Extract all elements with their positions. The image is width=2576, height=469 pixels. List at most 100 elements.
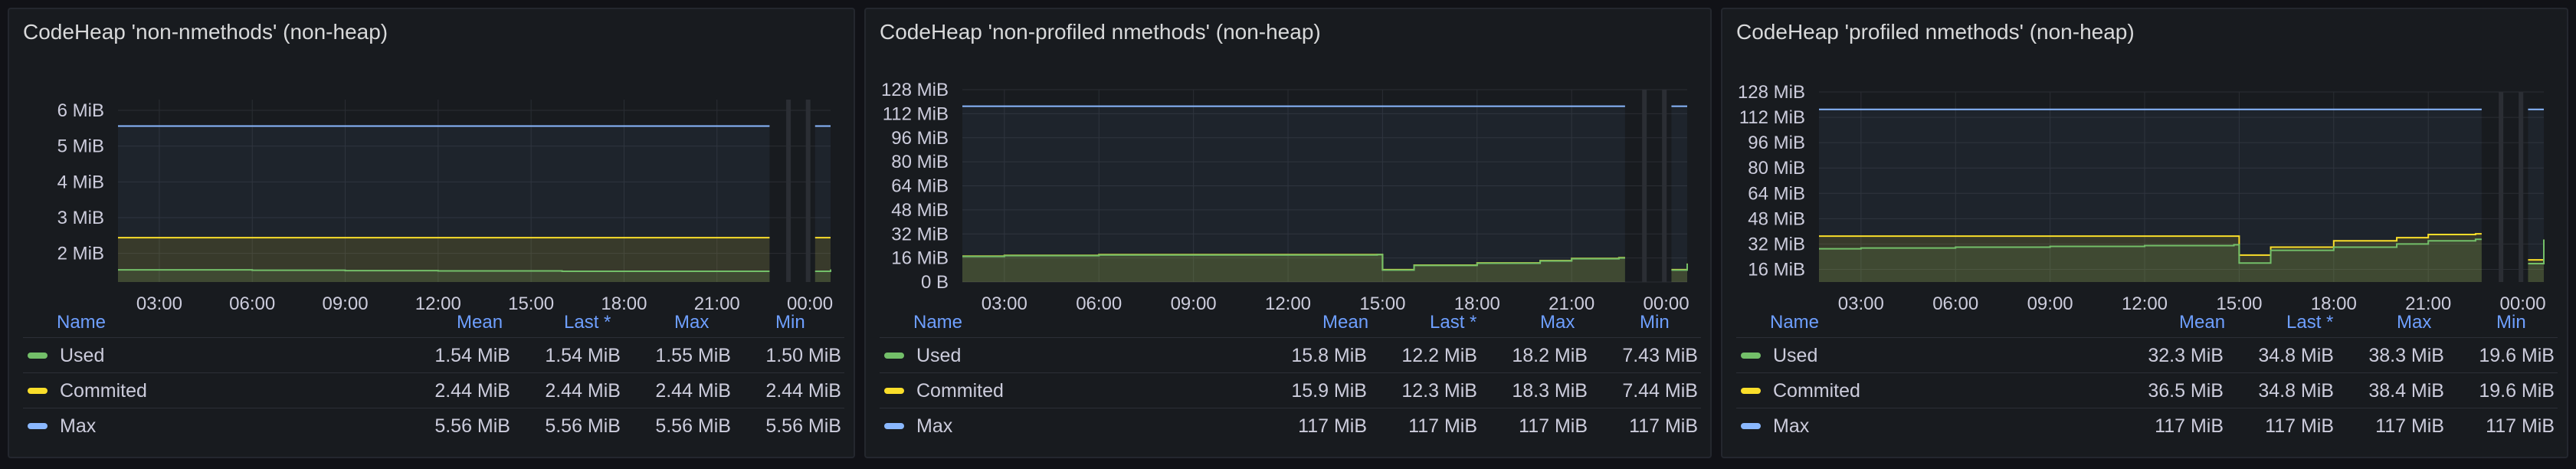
x-tick-label: 09:00: [322, 294, 368, 314]
data-gap-marker: [805, 100, 811, 282]
x-tick-label: 21:00: [1549, 294, 1594, 314]
panel-codeheap-profiled-nmethods[interactable]: CodeHeap 'profiled nmethods' (non-heap) …: [1721, 8, 2568, 458]
legend-header-last[interactable]: Last *: [2286, 313, 2333, 328]
series-color-swatch: [884, 423, 904, 429]
legend-row-used[interactable]: Used 15.8 MiB 12.2 MiB 18.2 MiB 7.43 MiB: [880, 337, 1701, 372]
x-tick-label: 00:00: [1644, 294, 1689, 314]
legend-series-name[interactable]: Used: [916, 345, 961, 367]
x-tick-label: 09:00: [1171, 294, 1217, 314]
legend-series-name[interactable]: Commited: [916, 380, 1004, 402]
x-tick-label: 21:00: [694, 294, 740, 314]
y-tick-label: 96 MiB: [891, 128, 949, 149]
x-tick-label: 12:00: [2122, 294, 2168, 314]
legend-max-value: 38.3 MiB: [2368, 345, 2444, 366]
legend-max-value: 117 MiB: [2375, 415, 2444, 437]
x-tick-label: 12:00: [1265, 294, 1311, 314]
legend-row-used[interactable]: Used 1.54 MiB 1.54 MiB 1.55 MiB 1.50 MiB: [23, 337, 844, 372]
legend-row-max[interactable]: Max 117 MiB 117 MiB 117 MiB 117 MiB: [880, 408, 1701, 443]
legend-series-name[interactable]: Used: [60, 345, 104, 367]
legend-header-min[interactable]: Min: [2496, 313, 2526, 328]
legend-max-value: 117 MiB: [1519, 415, 1588, 437]
legend-header-mean[interactable]: Mean: [457, 313, 503, 328]
legend-mean-value: 15.9 MiB: [1291, 380, 1367, 402]
legend-min-value: 117 MiB: [2486, 415, 2555, 437]
panel-codeheap-non-nmethods[interactable]: CodeHeap 'non-nmethods' (non-heap) 6 MiB…: [8, 8, 855, 458]
y-tick-label: 3 MiB: [57, 208, 104, 228]
y-tick-label: 16 MiB: [891, 248, 949, 269]
y-tick-label: 112 MiB: [883, 103, 949, 124]
y-tick-label: 64 MiB: [891, 176, 949, 197]
legend-series-name[interactable]: Commited: [60, 380, 147, 402]
legend-row-max[interactable]: Max 5.56 MiB 5.56 MiB 5.56 MiB 5.56 MiB: [23, 408, 844, 443]
y-tick-label: 16 MiB: [1748, 259, 1805, 280]
legend-last-value: 34.8 MiB: [2258, 345, 2334, 366]
legend-max-value: 1.55 MiB: [655, 345, 731, 366]
legend-last-value: 117 MiB: [1408, 415, 1477, 437]
legend-last-value: 1.54 MiB: [545, 345, 621, 366]
legend-row-max[interactable]: Max 117 MiB 117 MiB 117 MiB 117 MiB: [1736, 408, 2558, 443]
legend-series-name[interactable]: Max: [916, 415, 952, 438]
legend-max-value: 38.4 MiB: [2368, 380, 2444, 402]
legend-header-name[interactable]: Name: [1770, 313, 1819, 328]
data-gap-marker: [1662, 90, 1667, 282]
legend-series-name[interactable]: Commited: [1773, 380, 1860, 402]
legend-header-mean[interactable]: Mean: [1322, 313, 1368, 328]
x-tick-label: 03:00: [982, 294, 1027, 314]
legend-header-max[interactable]: Max: [1540, 313, 1575, 328]
x-tick-label: 15:00: [2216, 294, 2262, 314]
x-tick-label: 03:00: [1838, 294, 1884, 314]
legend-header-min[interactable]: Min: [1640, 313, 1670, 328]
time-series-graph[interactable]: 128 MiB 112 MiB 96 MiB 80 MiB 64 MiB 48 MiB 32…: [866, 9, 1712, 316]
legend-header-name[interactable]: Name: [57, 313, 106, 328]
series-color-swatch: [1741, 423, 1761, 429]
y-tick-label: 80 MiB: [891, 152, 949, 172]
legend-row-commited[interactable]: Commited 36.5 MiB 34.8 MiB 38.4 MiB 19.6…: [1736, 372, 2558, 408]
legend-header-min[interactable]: Min: [775, 313, 805, 328]
legend-header-name[interactable]: Name: [913, 313, 962, 328]
legend-mean-value: 15.8 MiB: [1291, 345, 1367, 366]
legend-row-commited[interactable]: Commited 15.9 MiB 12.3 MiB 18.3 MiB 7.44…: [880, 372, 1701, 408]
legend-header-max[interactable]: Max: [674, 313, 709, 328]
x-tick-label: 15:00: [508, 294, 554, 314]
data-gap-marker: [2519, 92, 2524, 282]
legend-header-max[interactable]: Max: [2397, 313, 2431, 328]
y-tick-label: 0 B: [921, 272, 949, 293]
legend-series-name[interactable]: Used: [1773, 345, 1817, 367]
legend-mean-value: 5.56 MiB: [434, 415, 510, 437]
series-area-max: [1671, 106, 1687, 282]
series-area-max: [2528, 109, 2544, 282]
x-tick-label: 06:00: [1932, 294, 1978, 314]
legend-last-value: 12.3 MiB: [1401, 380, 1477, 402]
legend-series-name[interactable]: Max: [1773, 415, 1809, 438]
time-series-graph[interactable]: 128 MiB 112 MiB 96 MiB 80 MiB 64 MiB 48 MiB 32…: [1722, 9, 2568, 316]
legend-max-value: 18.2 MiB: [1512, 345, 1588, 366]
legend-max-value: 2.44 MiB: [655, 380, 731, 402]
legend-last-value: 117 MiB: [2265, 415, 2334, 437]
panel-codeheap-non-profiled-nmethods[interactable]: CodeHeap 'non-profiled nmethods' (non-he…: [864, 8, 1712, 458]
legend-max-value: 18.3 MiB: [1512, 380, 1588, 402]
x-tick-label: 18:00: [2311, 294, 2357, 314]
legend-header-mean[interactable]: Mean: [2179, 313, 2225, 328]
legend-row-used[interactable]: Used 32.3 MiB 34.8 MiB 38.3 MiB 19.6 MiB: [1736, 337, 2558, 372]
legend-mean-value: 36.5 MiB: [2148, 380, 2224, 402]
x-tick-label: 18:00: [1454, 294, 1500, 314]
legend-min-value: 2.44 MiB: [765, 380, 841, 402]
legend-row-commited[interactable]: Commited 2.44 MiB 2.44 MiB 2.44 MiB 2.44…: [23, 372, 844, 408]
legend-series-name[interactable]: Max: [60, 415, 96, 438]
data-gap-marker: [786, 100, 791, 282]
y-tick-label: 80 MiB: [1748, 158, 1805, 179]
time-series-graph[interactable]: 6 MiB 5 MiB 4 MiB 3 MiB 2 MiB 03:00 06:00 09:00…: [9, 9, 855, 316]
legend-header: Name Mean Last * Max Min: [1722, 313, 2567, 328]
legend-last-value: 5.56 MiB: [545, 415, 621, 437]
data-gap-marker: [2499, 92, 2504, 282]
legend-min-value: 5.56 MiB: [765, 415, 841, 437]
legend-header-last[interactable]: Last *: [564, 313, 611, 328]
legend-mean-value: 117 MiB: [1298, 415, 1367, 437]
y-tick-label: 112 MiB: [1739, 107, 1805, 128]
x-tick-label: 12:00: [415, 294, 461, 314]
legend-mean-value: 117 MiB: [2155, 415, 2224, 437]
legend-header-last[interactable]: Last *: [1430, 313, 1476, 328]
x-tick-label: 21:00: [2405, 294, 2451, 314]
x-tick-label: 00:00: [2500, 294, 2546, 314]
legend-mean-value: 32.3 MiB: [2148, 345, 2224, 366]
